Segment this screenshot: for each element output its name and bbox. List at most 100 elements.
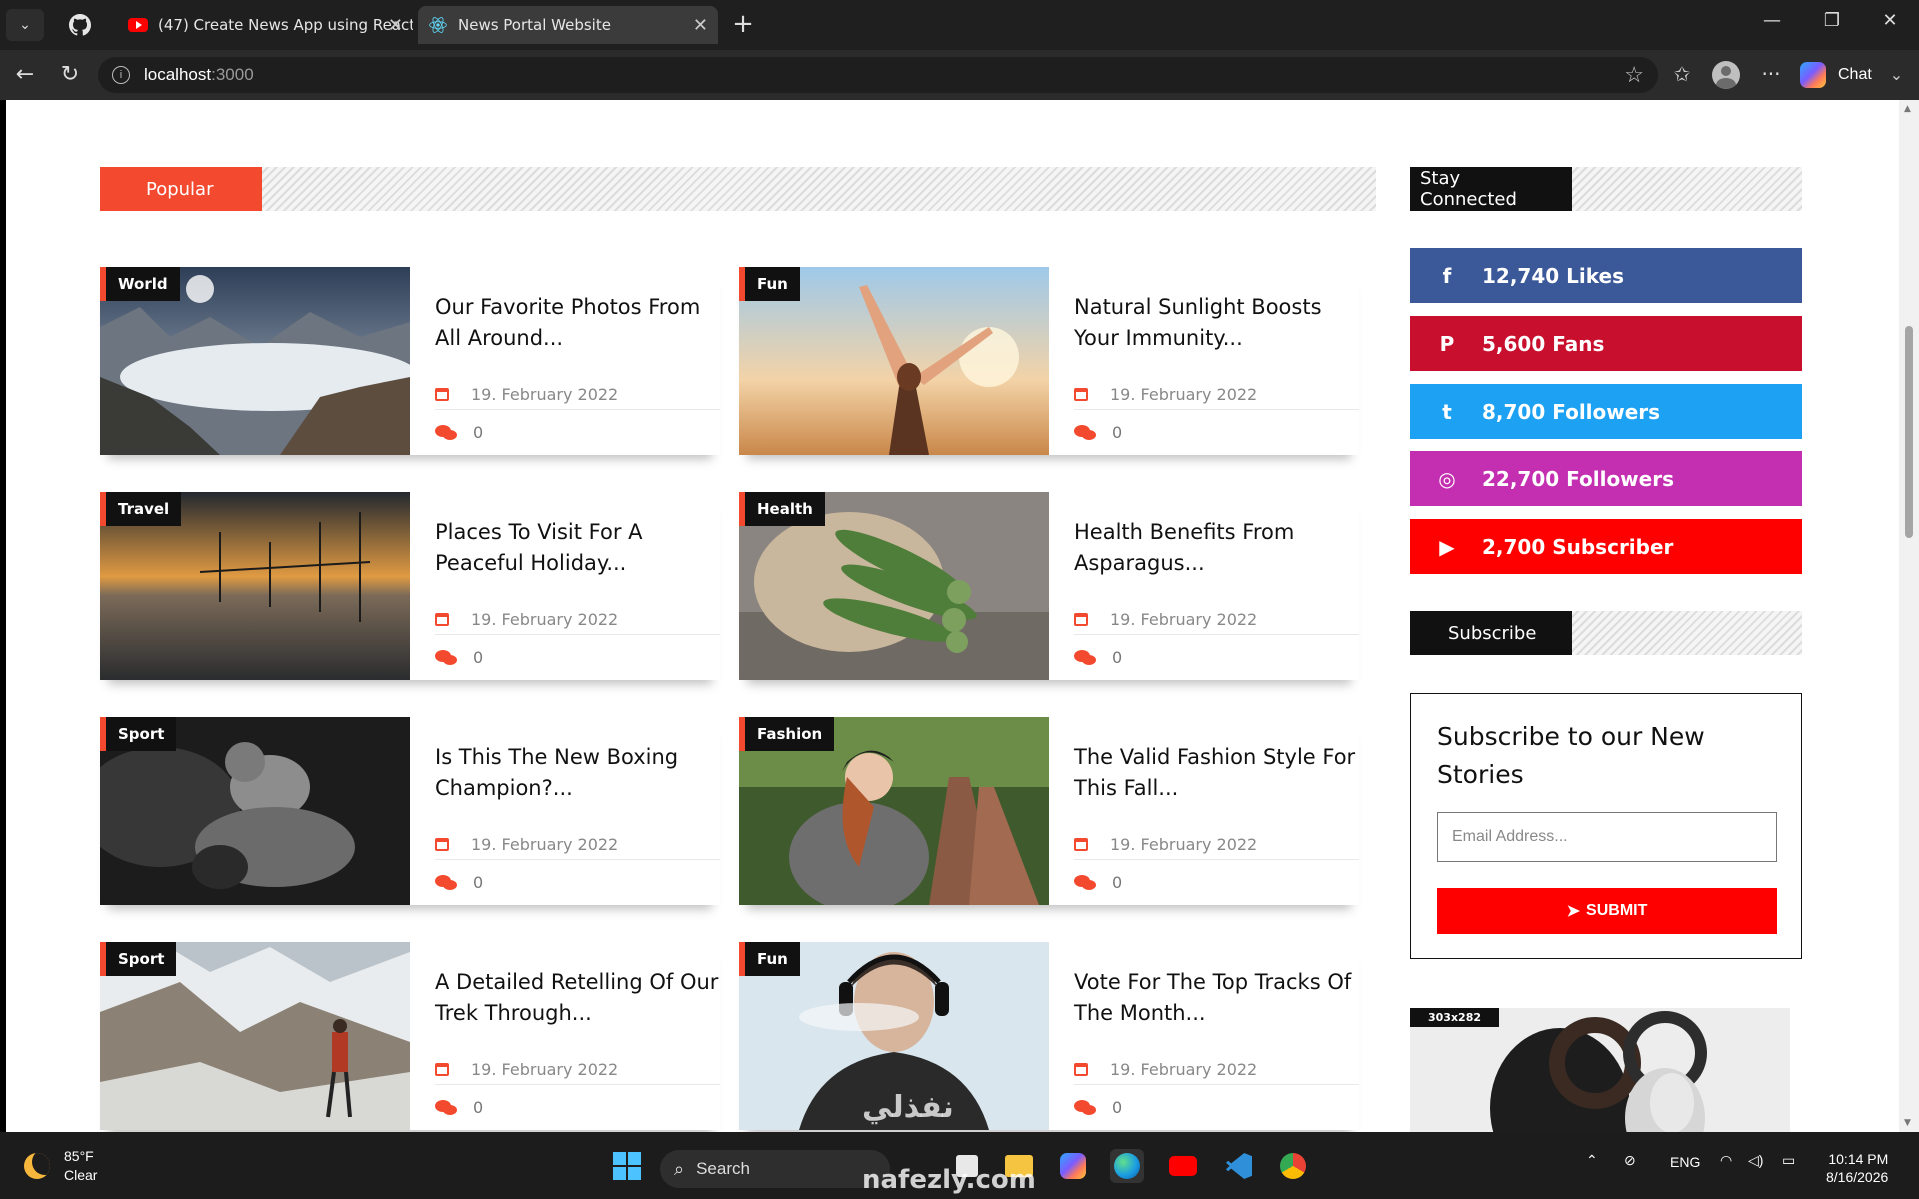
youtube-taskbar-button[interactable] [1166, 1149, 1200, 1183]
battery-icon[interactable]: ▭ [1782, 1152, 1795, 1169]
post-card[interactable]: Fashion The Valid Fashion Style For This… [739, 717, 1359, 905]
moon-icon [24, 1152, 50, 1179]
close-window-button[interactable]: ✕ [1870, 10, 1910, 31]
start-button[interactable] [610, 1149, 644, 1183]
scroll-up-icon[interactable]: ▲ [1904, 104, 1911, 114]
youtube-favicon-icon [128, 18, 148, 32]
page-scrollbar[interactable]: ▲ ▼ [1899, 100, 1919, 1132]
restore-button[interactable]: ❐ [1812, 10, 1852, 31]
vscode-taskbar-button[interactable] [1222, 1149, 1256, 1183]
comments-icon [1074, 874, 1096, 890]
tab-youtube[interactable]: (47) Create News App using React ✕ [118, 6, 413, 44]
twitter-link[interactable]: t 8,700 Followers [1410, 384, 1802, 439]
minimize-button[interactable]: — [1752, 10, 1792, 31]
post-title[interactable]: Our Favorite Photos From All Around... [435, 292, 720, 354]
post-date: 19. February 2022 [1074, 1055, 1359, 1085]
post-title[interactable]: Is This The New Boxing Champion?... [435, 742, 720, 804]
comments-icon [435, 424, 457, 440]
post-card[interactable]: Fun Natural Sunlight Boosts Your Immunit… [739, 267, 1359, 455]
category-badge[interactable]: World [100, 267, 180, 301]
edge-taskbar-button[interactable] [1110, 1149, 1144, 1183]
subscribe-box: Subscribe to our New Stories ➤ SUBMIT [1410, 693, 1802, 959]
language-indicator[interactable]: ENG [1670, 1154, 1700, 1170]
site-info-icon[interactable]: i [112, 66, 130, 84]
weather-widget[interactable]: 85°F Clear [24, 1148, 97, 1183]
comment-count: 0 [1112, 648, 1123, 667]
comment-count: 0 [473, 648, 484, 667]
post-title[interactable]: Places To Visit For A Peaceful Holiday..… [435, 517, 720, 579]
twitter-icon: t [1442, 399, 1452, 424]
post-card[interactable]: Health Health Benefits From Asparagus...… [739, 492, 1359, 680]
category-badge[interactable]: Fun [739, 267, 800, 301]
post-date: 19. February 2022 [435, 830, 720, 860]
post-card[interactable]: Fun Vote For The Top Tracks Of The Month… [739, 942, 1359, 1130]
github-tab[interactable] [60, 8, 100, 42]
post-card[interactable]: Sport A Detailed Retelling Of Our Trek T… [100, 942, 720, 1130]
wifi-icon[interactable]: ◠ [1720, 1152, 1732, 1169]
favorite-star-icon[interactable]: ☆ [1624, 62, 1644, 88]
taskbar-search[interactable]: ⌕ Search [660, 1150, 890, 1188]
comments-icon [1074, 424, 1096, 440]
post-comments: 0 [1074, 873, 1122, 892]
calendar-icon [435, 1063, 449, 1076]
post-date-text: 19. February 2022 [471, 835, 619, 854]
pinterest-link[interactable]: P 5,600 Fans [1410, 316, 1802, 371]
system-clock[interactable]: 10:14 PM 8/16/2026 [1826, 1150, 1888, 1186]
tab-list-button[interactable]: ⌄ [6, 9, 44, 41]
post-date-text: 19. February 2022 [1110, 835, 1258, 854]
category-badge[interactable]: Travel [100, 492, 182, 526]
post-title[interactable]: Vote For The Top Tracks Of The Month... [1074, 967, 1359, 1029]
post-title[interactable]: A Detailed Retelling Of Our Trek Through… [435, 967, 720, 1029]
submit-label: SUBMIT [1586, 902, 1648, 919]
chevron-down-icon[interactable]: ⌄ [1890, 65, 1903, 85]
network-off-icon[interactable]: ⊘ [1624, 1152, 1636, 1169]
post-title[interactable]: The Valid Fashion Style For This Fall... [1074, 742, 1359, 804]
category-badge[interactable]: Sport [100, 942, 177, 976]
profile-avatar[interactable] [1712, 61, 1740, 89]
chat-label: Chat [1838, 66, 1872, 83]
subscribe-header: Subscribe [1410, 611, 1802, 655]
reload-icon[interactable]: ↻ [55, 62, 85, 88]
category-badge[interactable]: Health [739, 492, 825, 526]
email-field[interactable] [1437, 812, 1777, 862]
copilot-chat-button[interactable]: Chat ⌄ [1800, 57, 1912, 93]
volume-icon[interactable]: ◁) [1748, 1152, 1763, 1169]
post-date: 19. February 2022 [435, 1055, 720, 1085]
chrome-taskbar-button[interactable] [1276, 1149, 1310, 1183]
youtube-link[interactable]: ▶ 2,700 Subscriber [1410, 519, 1802, 574]
popular-section-header: Popular [100, 167, 1376, 211]
close-tab-icon[interactable]: ✕ [693, 15, 708, 36]
category-badge[interactable]: Fashion [739, 717, 835, 751]
close-tab-icon[interactable]: ✕ [388, 15, 403, 36]
post-date-text: 19. February 2022 [471, 1060, 619, 1079]
instagram-icon: ◎ [1438, 466, 1456, 491]
search-label: Search [696, 1159, 750, 1178]
post-card[interactable]: World Our Favorite Photos From All Aroun… [100, 267, 720, 455]
category-badge[interactable]: Fun [739, 942, 800, 976]
social-count: 5,600 Fans [1482, 331, 1605, 356]
subscribe-heading: Subscribe [1410, 611, 1572, 655]
scrollbar-thumb[interactable] [1905, 326, 1913, 538]
comments-icon [435, 1099, 457, 1115]
category-badge[interactable]: Sport [100, 717, 177, 751]
more-menu-icon[interactable]: ··· [1756, 62, 1786, 86]
new-tab-button[interactable]: + [728, 10, 758, 38]
post-date-text: 19. February 2022 [1110, 1060, 1258, 1079]
post-title[interactable]: Health Benefits From Asparagus... [1074, 517, 1359, 579]
post-title[interactable]: Natural Sunlight Boosts Your Immunity... [1074, 292, 1359, 354]
instagram-link[interactable]: ◎ 22,700 Followers [1410, 451, 1802, 506]
url-port: :3000 [211, 65, 254, 84]
show-hidden-icons[interactable]: ⌃ [1586, 1152, 1598, 1169]
facebook-link[interactable]: f 12,740 Likes [1410, 248, 1802, 303]
address-bar: ← ↻ i localhost:3000 ☆ ✩ ··· [0, 50, 1919, 100]
favorites-icon[interactable]: ✩ [1667, 62, 1697, 86]
ad-banner[interactable]: 303x282 [1410, 1008, 1790, 1132]
submit-button[interactable]: ➤ SUBMIT [1437, 888, 1777, 934]
copilot-taskbar-button[interactable] [1056, 1149, 1090, 1183]
tab-news-portal[interactable]: News Portal Website ✕ [418, 6, 718, 44]
post-card[interactable]: Travel Places To Visit For A Peaceful Ho… [100, 492, 720, 680]
url-field[interactable]: i localhost:3000 ☆ [98, 57, 1658, 93]
scroll-down-icon[interactable]: ▼ [1904, 1118, 1911, 1128]
post-card[interactable]: Sport Is This The New Boxing Champion?..… [100, 717, 720, 905]
back-arrow-icon[interactable]: ← [10, 62, 40, 88]
